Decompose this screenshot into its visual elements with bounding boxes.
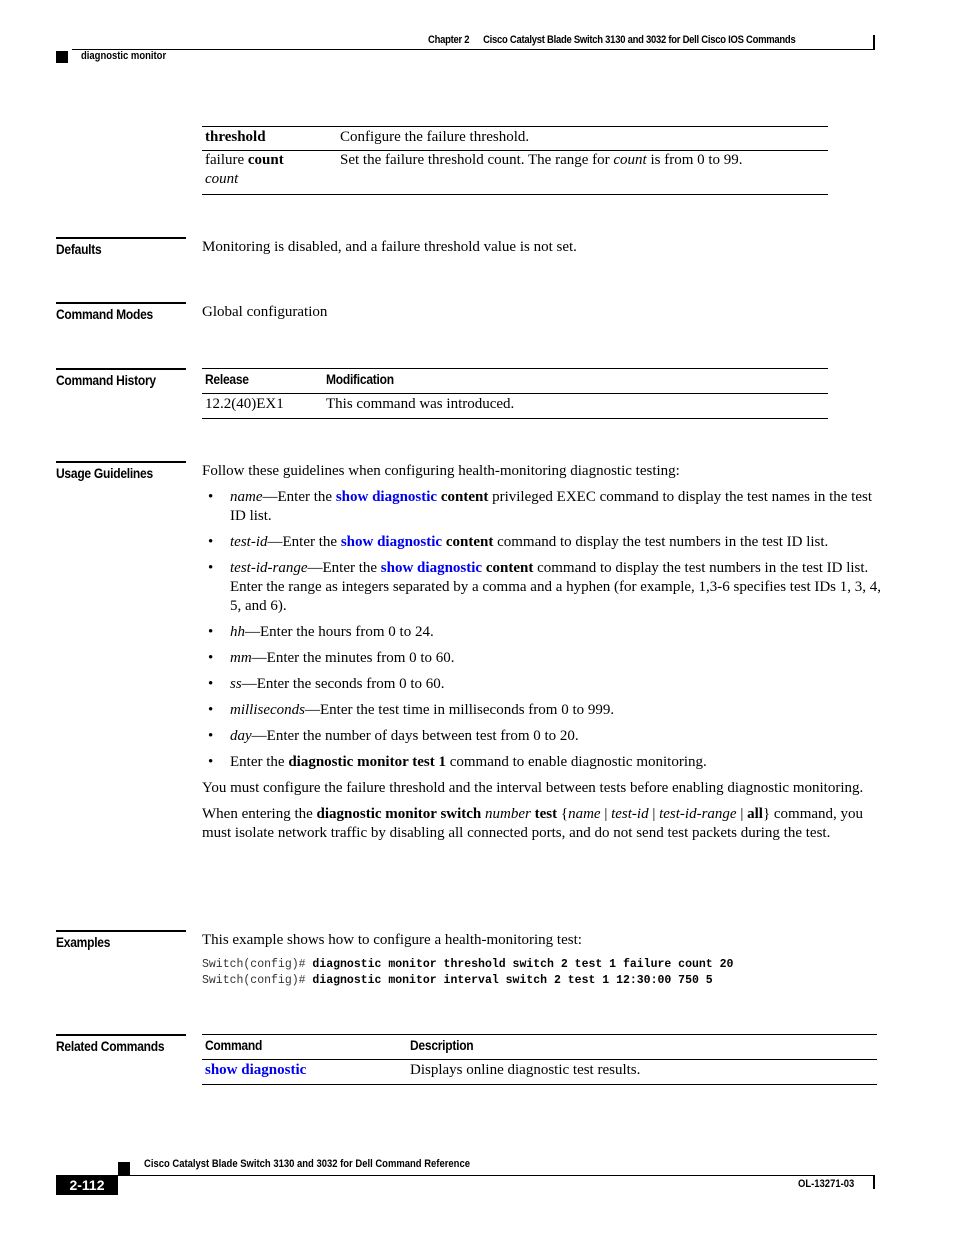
list-item: test-id-range—Enter the show diagnostic …	[202, 559, 882, 616]
guideline-list: name—Enter the show diagnostic content p…	[202, 488, 882, 772]
table-header-row: Release Modification	[202, 368, 828, 394]
table-row: 12.2(40)EX1 This command was introduced.	[202, 394, 828, 419]
cli-command: diagnostic monitor threshold switch 2 te…	[312, 958, 734, 971]
syntax-table: threshold Configure the failure threshol…	[202, 126, 828, 195]
code-line: Switch(config)# diagnostic monitor thres…	[202, 957, 733, 973]
section-label-usage-guidelines: Usage Guidelines	[56, 461, 186, 481]
table-row: show diagnostic Displays online diagnost…	[202, 1060, 877, 1085]
table-row: threshold Configure the failure threshol…	[202, 126, 828, 151]
syntax-keyword: count	[247, 152, 284, 168]
show-diagnostic-link[interactable]: show diagnostic	[341, 534, 442, 550]
header-section-name: diagnostic monitor	[81, 50, 167, 62]
document-number: OL-13271-03	[798, 1178, 855, 1190]
page-number: 2-112	[56, 1175, 118, 1195]
cli-prompt: Switch(config)#	[202, 974, 313, 987]
list-item: Enter the diagnostic monitor test 1 comm…	[202, 753, 882, 772]
description-cell: Displays online diagnostic test results.	[410, 1062, 641, 1078]
section-label-related-commands: Related Commands	[56, 1038, 165, 1054]
syntax-description: Set the failure threshold count. The ran…	[340, 152, 743, 168]
show-diagnostic-link[interactable]: show diagnostic	[381, 560, 482, 576]
column-header-release: Release	[205, 371, 249, 387]
footer-vertical-bar	[873, 1175, 875, 1189]
list-item: test-id—Enter the show diagnostic conten…	[202, 533, 882, 552]
show-diagnostic-link[interactable]: show diagnostic	[336, 489, 437, 505]
code-example: Switch(config)# diagnostic monitor thres…	[202, 957, 733, 989]
section-label-rule	[56, 1034, 186, 1036]
section-label-examples: Examples	[56, 930, 186, 950]
footer-rule	[118, 1175, 875, 1176]
usage-paragraph: When entering the diagnostic monitor swi…	[202, 806, 864, 841]
syntax-keyword: threshold	[205, 129, 266, 145]
list-item: name—Enter the show diagnostic content p…	[202, 488, 882, 526]
list-item: milliseconds—Enter the test time in mill…	[202, 701, 882, 720]
show-diagnostic-link[interactable]: show diagnostic	[205, 1062, 306, 1078]
usage-paragraph: You must configure the failure threshold…	[202, 780, 864, 796]
code-line: Switch(config)# diagnostic monitor inter…	[202, 973, 733, 989]
usage-intro: Follow these guidelines when configuring…	[202, 463, 680, 479]
defaults-text: Monitoring is disabled, and a failure th…	[202, 239, 577, 255]
syntax-argument: count	[205, 171, 239, 187]
command-history-table: Release Modification 12.2(40)EX1 This co…	[202, 368, 828, 419]
cli-command: diagnostic monitor interval switch 2 tes…	[312, 974, 713, 987]
cli-prompt: Switch(config)#	[202, 958, 313, 971]
examples-intro: This example shows how to configure a he…	[202, 932, 582, 948]
footer-marker-block	[118, 1162, 130, 1176]
column-header-command: Command	[205, 1037, 263, 1053]
table-header-row: Command Description	[202, 1034, 877, 1060]
header-chapter: Chapter 2 Cisco Catalyst Blade Switch 313…	[428, 34, 796, 46]
list-item: day—Enter the number of days between tes…	[202, 727, 882, 746]
list-item: hh—Enter the hours from 0 to 24.	[202, 623, 882, 642]
release-cell: 12.2(40)EX1	[205, 396, 284, 412]
book-title: Cisco Catalyst Blade Switch 3130 and 303…	[483, 34, 796, 46]
usage-guidelines-body: Follow these guidelines when configuring…	[202, 462, 882, 843]
syntax-description: Configure the failure threshold.	[340, 129, 530, 145]
related-commands-table: Command Description show diagnostic Disp…	[202, 1034, 877, 1085]
command-modes-text: Global configuration	[202, 304, 328, 320]
section-label-command-modes: Command Modes	[56, 302, 186, 322]
header-marker-block	[56, 51, 68, 63]
column-header-description: Description	[410, 1037, 474, 1053]
footer-book-title: Cisco Catalyst Blade Switch 3130 and 303…	[144, 1158, 470, 1170]
list-item: ss—Enter the seconds from 0 to 60.	[202, 675, 882, 694]
section-label-command-history: Command History	[56, 368, 186, 388]
section-label-defaults: Defaults	[56, 237, 186, 257]
chapter-number: Chapter 2	[428, 34, 470, 46]
header-rule	[72, 49, 875, 50]
header-vertical-bar	[873, 35, 875, 50]
modification-cell: This command was introduced.	[326, 396, 515, 412]
list-item: mm—Enter the minutes from 0 to 60.	[202, 649, 882, 668]
column-header-modification: Modification	[326, 371, 394, 387]
table-row: failure count count Set the failure thres…	[202, 150, 828, 195]
